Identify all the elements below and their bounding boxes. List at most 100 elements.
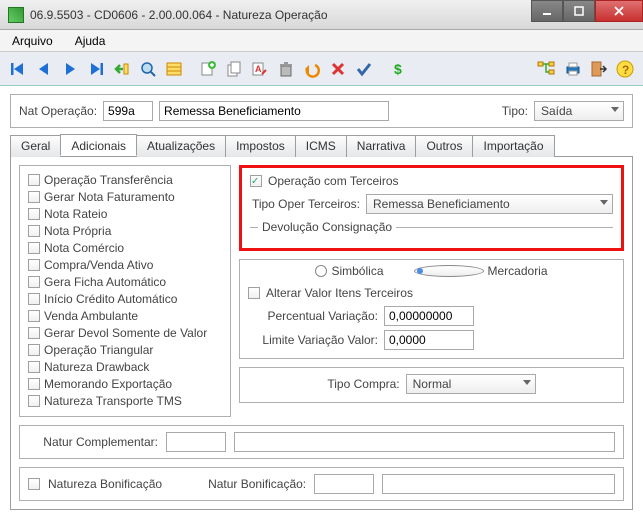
lbl-7: Início Crédito Automático: [44, 292, 177, 306]
confirm-icon[interactable]: [352, 57, 376, 81]
lbl-5: Compra/Venda Ativo: [44, 258, 153, 272]
menu-ajuda[interactable]: Ajuda: [69, 32, 112, 50]
tipo-compra-group: Tipo Compra: Normal: [239, 367, 624, 403]
devolucao-legend: Devolução Consignação: [258, 220, 396, 234]
chk-natureza-bonificacao[interactable]: [28, 478, 40, 490]
lbl-simbolica: Simbólica: [331, 264, 383, 278]
help-icon[interactable]: ?: [613, 57, 637, 81]
tab-narrativa[interactable]: Narrativa: [346, 135, 417, 157]
lbl-1: Gerar Nota Faturamento: [44, 190, 175, 204]
radio-simbolica[interactable]: [315, 265, 327, 277]
lbl-mercadoria: Mercadoria: [488, 264, 548, 278]
exit-icon[interactable]: [587, 57, 611, 81]
cancel-icon[interactable]: [326, 57, 350, 81]
nav-first-icon[interactable]: [6, 57, 30, 81]
chk-gera-ficha-auto[interactable]: [28, 276, 40, 288]
chk-gerar-devol-valor[interactable]: [28, 327, 40, 339]
lbl-9: Gerar Devol Somente de Valor: [44, 326, 207, 340]
goto-icon[interactable]: [110, 57, 134, 81]
tab-importacao[interactable]: Importação: [472, 135, 554, 157]
chk-compra-venda-ativo[interactable]: [28, 259, 40, 271]
nat-operacao-desc[interactable]: [159, 101, 389, 121]
chk-op-transferencia[interactable]: [28, 174, 40, 186]
natur-compl-label: Natur Complementar:: [28, 435, 158, 449]
chk-op-triangular[interactable]: [28, 344, 40, 356]
natureza-bonificacao-group: Natureza Bonificação Natur Bonificação:: [19, 467, 624, 501]
lbl-8: Venda Ambulante: [44, 309, 138, 323]
perc-variacao-input[interactable]: [384, 306, 474, 326]
minimize-button[interactable]: [531, 0, 563, 22]
tree-icon[interactable]: [535, 57, 559, 81]
radio-mercadoria[interactable]: [414, 265, 484, 277]
natur-bonif-code[interactable]: [314, 474, 374, 494]
lbl-natureza-bonificacao: Natureza Bonificação: [48, 477, 162, 491]
lbl-0: Operação Transferência: [44, 173, 173, 187]
nat-operacao-code[interactable]: [103, 101, 153, 121]
tab-atualizacoes[interactable]: Atualizações: [136, 135, 226, 157]
lbl-13: Natureza Transporte TMS: [44, 394, 182, 408]
left-check-group: Operação Transferência Gerar Nota Fatura…: [19, 165, 231, 417]
maximize-button[interactable]: [563, 0, 595, 22]
chk-natureza-drawback[interactable]: [28, 361, 40, 373]
natur-compl-code[interactable]: [166, 432, 226, 452]
tipo-select[interactable]: Saída: [534, 101, 624, 121]
natur-bonif-desc[interactable]: [382, 474, 615, 494]
lbl-6: Gera Ficha Automático: [44, 275, 166, 289]
chk-venda-ambulante[interactable]: [28, 310, 40, 322]
tipo-oper-terc-label: Tipo Oper Terceiros:: [250, 197, 360, 211]
tab-outros[interactable]: Outros: [415, 135, 473, 157]
lbl-4: Nota Comércio: [44, 241, 124, 255]
tipo-compra-label: Tipo Compra:: [327, 377, 399, 391]
menubar: Arquivo Ajuda: [0, 30, 643, 52]
titlebar: 06.9.5503 - CD0606 - 2.00.00.064 - Natur…: [0, 0, 643, 30]
svg-text:$: $: [394, 61, 402, 77]
tab-geral[interactable]: Geral: [10, 135, 61, 157]
lbl-3: Nota Própria: [44, 224, 111, 238]
lbl-op-terceiros: Operação com Terceiros: [268, 174, 399, 188]
edit-icon[interactable]: A: [248, 57, 272, 81]
chk-op-terceiros[interactable]: [250, 175, 262, 187]
nav-next-icon[interactable]: [58, 57, 82, 81]
natur-compl-desc[interactable]: [234, 432, 615, 452]
tab-row: Geral Adicionais Atualizações Impostos I…: [10, 134, 633, 156]
undo-icon[interactable]: [300, 57, 324, 81]
search-icon[interactable]: [136, 57, 160, 81]
chk-nota-propria[interactable]: [28, 225, 40, 237]
tipo-compra-select[interactable]: Normal: [406, 374, 536, 394]
chk-nota-rateio[interactable]: [28, 208, 40, 220]
header-group: Nat Operação: Tipo: Saída: [10, 94, 633, 128]
natur-complementar-group: Natur Complementar:: [19, 425, 624, 459]
nav-prev-icon[interactable]: [32, 57, 56, 81]
lim-variacao-label: Limite Variação Valor:: [248, 333, 378, 347]
app-icon: [8, 7, 24, 23]
tab-adicionais[interactable]: Adicionais: [60, 134, 137, 156]
print-icon[interactable]: [561, 57, 585, 81]
currency-icon[interactable]: $: [386, 57, 410, 81]
svg-text:A: A: [255, 64, 262, 74]
chk-natureza-transp-tms[interactable]: [28, 395, 40, 407]
terceiros-highlight-group: Operação com Terceiros Tipo Oper Terceir…: [239, 165, 624, 251]
table-icon[interactable]: [162, 57, 186, 81]
new-icon[interactable]: [196, 57, 220, 81]
chk-alterar-valor-itens[interactable]: [248, 287, 260, 299]
chk-memorando-export[interactable]: [28, 378, 40, 390]
chk-gerar-nota-fat[interactable]: [28, 191, 40, 203]
tab-icms[interactable]: ICMS: [295, 135, 347, 157]
close-button[interactable]: [595, 0, 643, 22]
chk-inicio-credito-auto[interactable]: [28, 293, 40, 305]
delete-icon[interactable]: [274, 57, 298, 81]
natur-bonif-label: Natur Bonificação:: [208, 477, 306, 491]
svg-text:?: ?: [622, 63, 629, 77]
chk-nota-comercio[interactable]: [28, 242, 40, 254]
toolbar: A $ ?: [0, 52, 643, 86]
menu-arquivo[interactable]: Arquivo: [6, 32, 59, 50]
copy-icon[interactable]: [222, 57, 246, 81]
lbl-12: Memorando Exportação: [44, 377, 172, 391]
nav-last-icon[interactable]: [84, 57, 108, 81]
lbl-11: Natureza Drawback: [44, 360, 149, 374]
lim-variacao-input[interactable]: [384, 330, 474, 350]
nat-operacao-label: Nat Operação:: [19, 104, 97, 118]
lbl-alterar-valor: Alterar Valor Itens Terceiros: [266, 286, 413, 300]
tipo-oper-terc-select[interactable]: Remessa Beneficiamento: [366, 194, 613, 214]
tab-impostos[interactable]: Impostos: [225, 135, 296, 157]
